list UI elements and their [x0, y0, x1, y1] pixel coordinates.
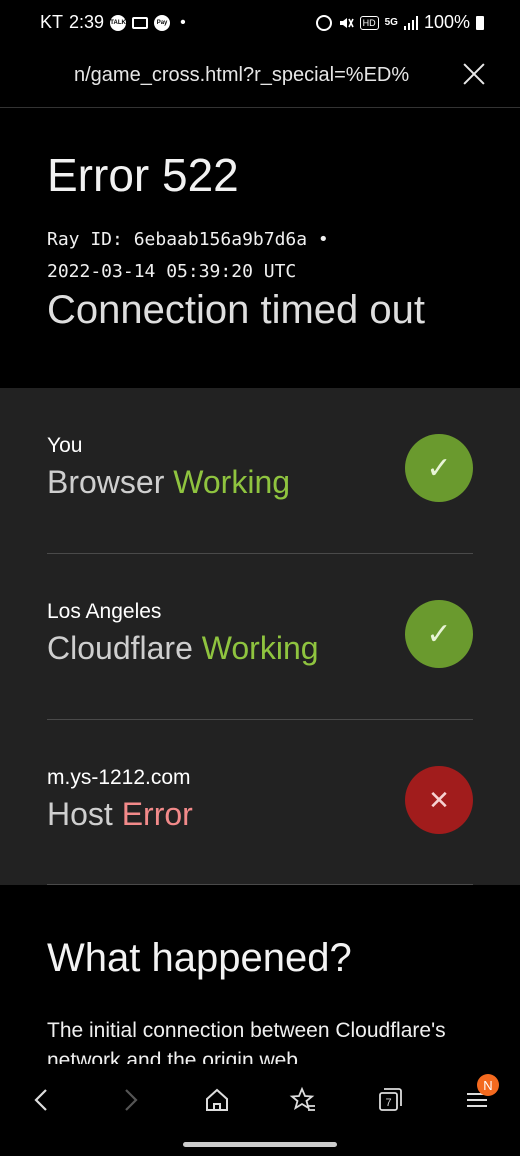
more-notifications-icon: • [180, 13, 186, 31]
chevron-left-icon [34, 1089, 47, 1111]
close-icon[interactable] [458, 58, 490, 90]
chevron-right-icon [125, 1089, 138, 1111]
url-bar: n/game_cross.html?r_special=%ED% [0, 48, 520, 108]
section-body: The initial connection between Cloudflar… [47, 1019, 446, 1064]
network-type-icon: 5G [384, 16, 398, 28]
status-row-browser: You Browser Working ✓ [47, 388, 473, 554]
section-heading: What happened? [47, 936, 352, 980]
notification-badge: N [477, 1074, 499, 1096]
status-state: Error [121, 796, 193, 832]
status-state: Working [173, 464, 291, 500]
status-location: You [47, 434, 83, 457]
status-name: Host [47, 796, 113, 832]
clock: 2:39 [69, 12, 105, 32]
divider [47, 884, 473, 885]
star-list-icon [289, 1086, 315, 1111]
battery-percent: 100% [423, 12, 470, 32]
status-location: m.ys-1212.com [47, 766, 191, 789]
error-subtitle: Connection timed out [47, 288, 426, 332]
status-name: Cloudflare [47, 630, 193, 666]
x-icon: ✕ [405, 766, 473, 834]
menu-button[interactable]: N [455, 1074, 499, 1120]
status-location: Los Angeles [47, 600, 162, 623]
check-icon: ✓ [405, 600, 473, 668]
error-title: Error 522 [47, 149, 239, 201]
gesture-handle[interactable] [183, 1142, 337, 1147]
battery-icon [476, 15, 484, 30]
talk-notification-icon: TALK [110, 14, 127, 31]
ray-id: Ray ID: 6ebaab156a9b7d6a • 2022-03-14 05… [47, 224, 329, 288]
mail-notification-icon [132, 16, 149, 29]
home-icon [206, 1088, 228, 1111]
pay-notification-icon: Pay [154, 14, 171, 31]
ray-id-line: Ray ID: 6ebaab156a9b7d6a • [47, 229, 329, 250]
status-panel: You Browser Working ✓ Los Angeles Cloudf… [0, 388, 520, 885]
tabs-button[interactable]: 7 [368, 1080, 412, 1120]
tabs-count: 7 [385, 1097, 391, 1109]
status-bar-left: KT 2:39 TALK Pay • [40, 12, 186, 33]
status-state: Working [201, 630, 319, 666]
check-icon: ✓ [405, 434, 473, 502]
hd-icon: HD [359, 15, 379, 30]
carrier-label: KT [40, 12, 64, 32]
forward-button[interactable] [108, 1080, 152, 1120]
status-row-cloudflare: Los Angeles Cloudflare Working ✓ [47, 554, 473, 720]
status-text: Host Error [47, 796, 193, 833]
status-row-host: m.ys-1212.com Host Error ✕ [47, 720, 473, 886]
url-text[interactable]: n/game_cross.html?r_special=%ED% [74, 64, 436, 87]
bookmarks-button[interactable] [281, 1080, 325, 1120]
tabs-icon: 7 [379, 1088, 402, 1111]
status-name: Browser [47, 464, 165, 500]
status-bar: KT 2:39 TALK Pay • HD 5G 100% [0, 0, 520, 48]
home-button[interactable] [195, 1080, 239, 1120]
status-text: Browser Working [47, 464, 290, 501]
alarm-icon [315, 14, 332, 31]
mute-icon [339, 17, 354, 28]
signal-icon [403, 15, 418, 30]
ray-timestamp: 2022-03-14 05:39:20 UTC [47, 261, 297, 282]
status-text: Cloudflare Working [47, 630, 319, 667]
status-bar-right: HD 5G 100% [315, 12, 484, 33]
back-button[interactable] [20, 1080, 64, 1120]
